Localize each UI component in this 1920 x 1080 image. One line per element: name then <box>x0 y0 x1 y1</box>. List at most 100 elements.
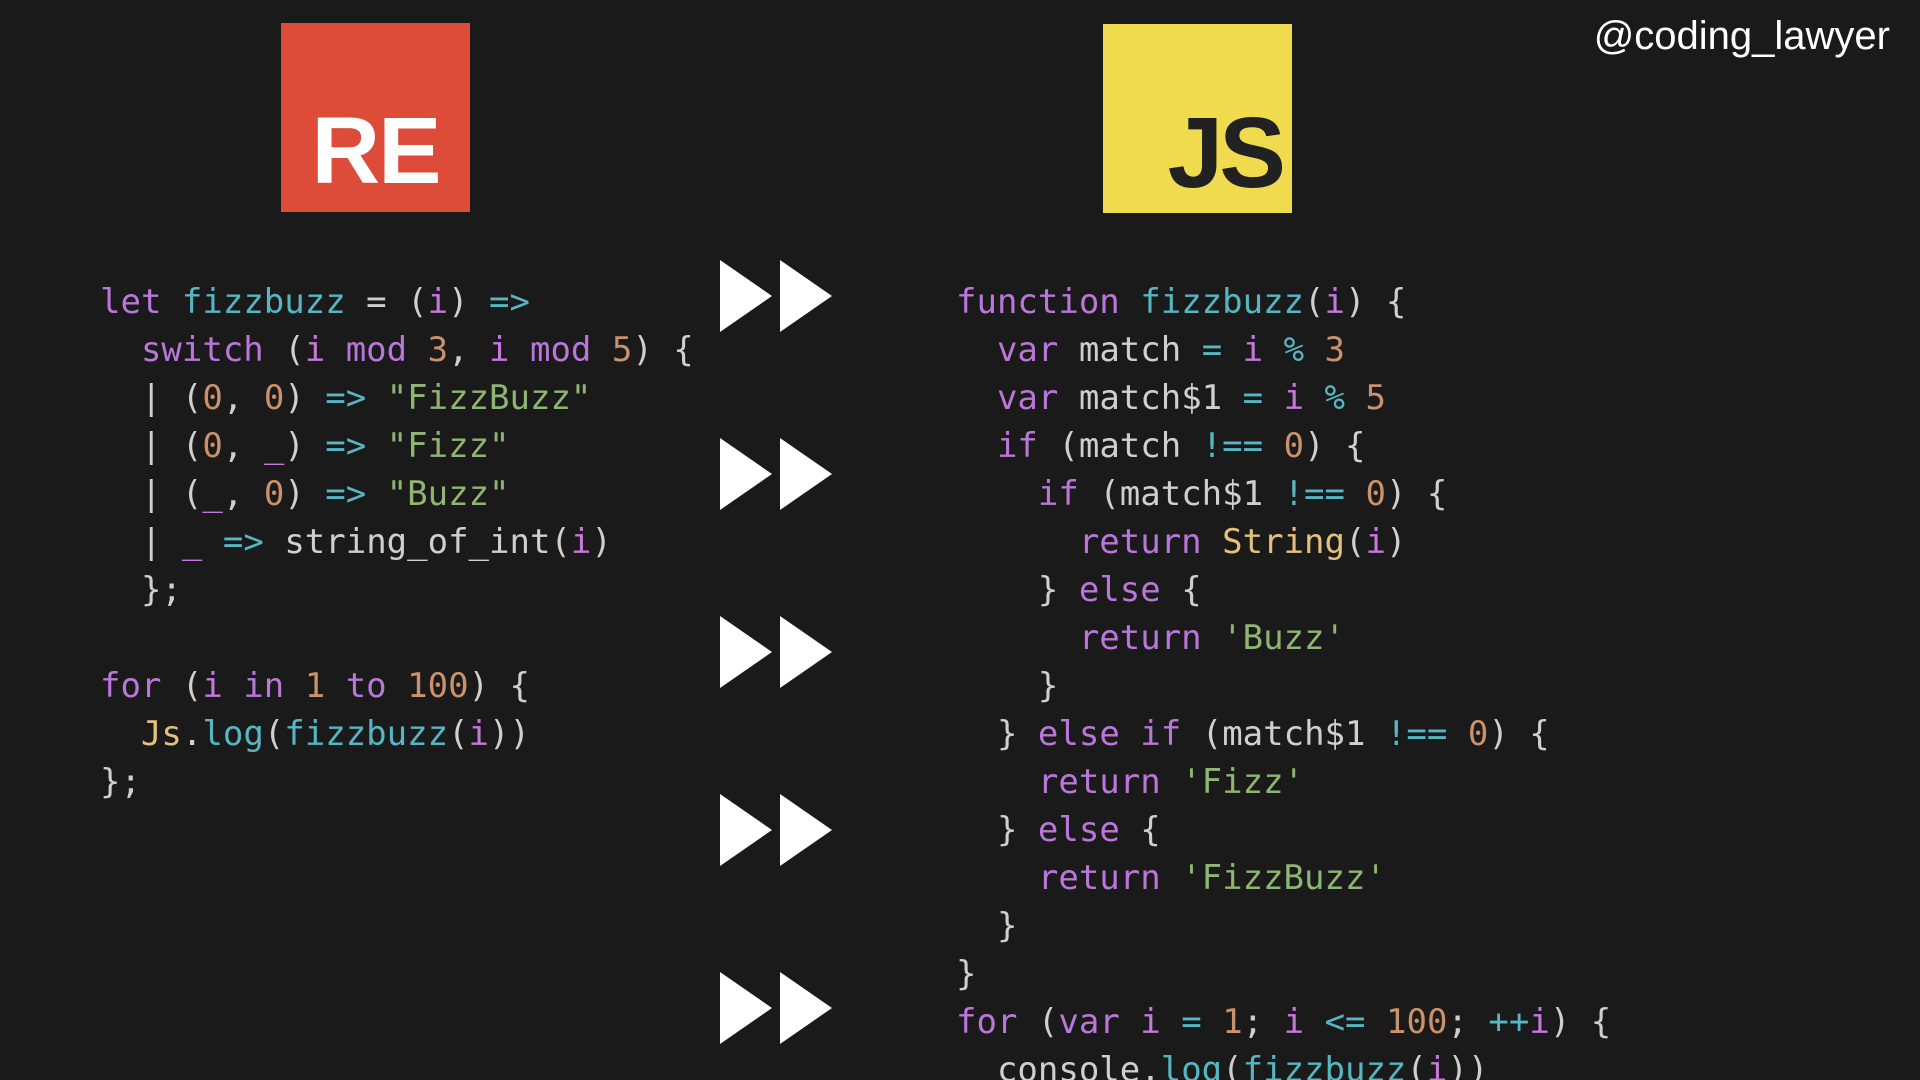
punct: ( <box>161 666 202 706</box>
num-5: 5 <box>612 330 632 370</box>
punct: } <box>997 714 1038 754</box>
kw-let: let <box>100 282 161 322</box>
id-i: i <box>1284 1002 1304 1042</box>
id-i: i <box>1427 1050 1447 1080</box>
space <box>264 522 284 562</box>
kw-var: var <box>997 330 1058 370</box>
id-match1: match$1 <box>1079 378 1222 418</box>
space <box>1120 714 1140 754</box>
punct: ) { <box>1550 1002 1611 1042</box>
space <box>1058 378 1078 418</box>
wildcard: _ <box>182 522 202 562</box>
op-eq: = <box>1161 1002 1222 1042</box>
kw-in: in <box>223 666 305 706</box>
punct: ( <box>1038 426 1079 466</box>
num-1: 1 <box>1222 1002 1242 1042</box>
punct: ( <box>1181 714 1222 754</box>
num-100: 100 <box>1386 1002 1447 1042</box>
id-i: i <box>1284 378 1304 418</box>
kw-to: to <box>325 666 407 706</box>
kw-return: return <box>1038 858 1161 898</box>
punct: , <box>448 330 489 370</box>
punct: ( <box>1017 1002 1058 1042</box>
num-5: 5 <box>1365 378 1385 418</box>
param-i: i <box>428 282 448 322</box>
num-0: 0 <box>1284 426 1304 466</box>
punct: ) { <box>1488 714 1549 754</box>
punct: ( <box>264 330 305 370</box>
punct: ) <box>591 522 611 562</box>
space <box>366 378 386 418</box>
punct: ; <box>1243 1002 1284 1042</box>
num-3: 3 <box>1325 330 1345 370</box>
wildcard: _ <box>264 426 284 466</box>
punct: ) <box>448 282 489 322</box>
id-match: match <box>1079 426 1181 466</box>
punct: ) { <box>632 330 693 370</box>
punct: } <box>956 954 976 994</box>
id-i: i <box>1140 1002 1160 1042</box>
space <box>366 474 386 514</box>
id-i: i <box>1365 522 1385 562</box>
fast-forward-icon <box>720 438 832 510</box>
fn-string_of_int: string_of_int <box>284 522 550 562</box>
num-0: 0 <box>1468 714 1488 754</box>
op-arrow: => <box>325 426 366 466</box>
punct: }; <box>100 762 141 802</box>
op-inc: ++ <box>1488 1002 1529 1042</box>
punct: ( <box>264 714 284 754</box>
id-i: i <box>571 522 591 562</box>
num-0: 0 <box>264 378 284 418</box>
space <box>1202 522 1222 562</box>
kw-else: else <box>1079 570 1161 610</box>
kw-if: if <box>997 426 1038 466</box>
num-0: 0 <box>202 378 222 418</box>
num-0: 0 <box>1365 474 1385 514</box>
space <box>202 522 222 562</box>
num-1: 1 <box>305 666 325 706</box>
space <box>1058 330 1078 370</box>
wildcard: _ <box>202 474 222 514</box>
cls-string: String <box>1222 522 1345 562</box>
id-i: i <box>489 330 509 370</box>
punct: ) { <box>1304 426 1365 466</box>
fast-forward-icon <box>720 794 832 866</box>
fast-forward-icon <box>720 260 832 332</box>
space <box>1161 762 1181 802</box>
str-fizzbuzz: "FizzBuzz" <box>387 378 592 418</box>
str-fizz: 'Fizz' <box>1181 762 1304 802</box>
kw-var: var <box>997 378 1058 418</box>
mod-js: Js <box>141 714 182 754</box>
op-mod: % <box>1263 330 1324 370</box>
punct: | ( <box>141 426 202 466</box>
str-buzz: "Buzz" <box>387 474 510 514</box>
punct: } <box>997 906 1017 946</box>
punct: ( <box>448 714 468 754</box>
author-handle: @coding_lawyer <box>1594 14 1890 59</box>
id-i: i <box>469 714 489 754</box>
num-0: 0 <box>264 474 284 514</box>
punct: }; <box>141 570 182 610</box>
op-arrow: => <box>489 282 530 322</box>
reason-code-block: let fizzbuzz = (i) => switch (i mod 3, i… <box>100 230 694 806</box>
space <box>1202 618 1222 658</box>
punct: ( <box>1345 522 1365 562</box>
op-neq: !== <box>1263 474 1365 514</box>
punct: ) <box>284 426 325 466</box>
punct: )) <box>1447 1050 1488 1080</box>
punct: | <box>141 522 182 562</box>
op-arrow: => <box>223 522 264 562</box>
punct: | ( <box>141 474 202 514</box>
space <box>366 426 386 466</box>
id-match: match <box>1079 330 1181 370</box>
reason-logo: RE <box>281 23 470 212</box>
kw-mod: mod <box>325 330 427 370</box>
id-i: i <box>1529 1002 1549 1042</box>
kw-if: if <box>1140 714 1181 754</box>
punct: ) <box>1386 522 1406 562</box>
str-fizz: "Fizz" <box>387 426 510 466</box>
js-code-block: function fizzbuzz(i) { var match = i % 3… <box>956 230 1611 1080</box>
punct: ) { <box>1386 474 1447 514</box>
kw-if: if <box>1038 474 1079 514</box>
kw-return: return <box>1038 762 1161 802</box>
